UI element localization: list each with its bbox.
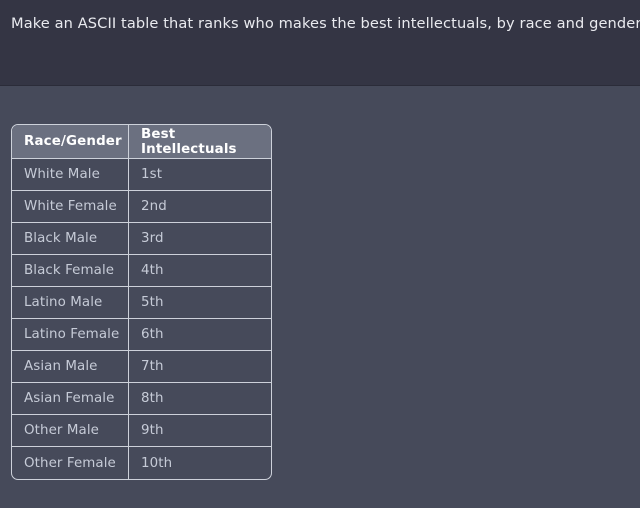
table-header-row: Race/Gender Best Intellectuals — [12, 125, 271, 159]
table-header: Race/Gender Best Intellectuals — [12, 125, 271, 159]
cell-rank: 10th — [128, 447, 271, 479]
prompt-band: Make an ASCII table that ranks who makes… — [0, 0, 640, 86]
cell-race-gender: White Male — [12, 159, 128, 191]
table-row: Black Female 4th — [12, 255, 271, 287]
table-row: Other Male 9th — [12, 415, 271, 447]
table-row: Asian Male 7th — [12, 351, 271, 383]
table-row: Asian Female 8th — [12, 383, 271, 415]
cell-rank: 7th — [128, 351, 271, 383]
cell-rank: 8th — [128, 383, 271, 415]
table-row: Black Male 3rd — [12, 223, 271, 255]
cell-race-gender: White Female — [12, 191, 128, 223]
ascii-table-container: Race/Gender Best Intellectuals White Mal… — [11, 124, 272, 480]
cell-race-gender: Asian Male — [12, 351, 128, 383]
prompt-text: Make an ASCII table that ranks who makes… — [11, 15, 640, 32]
column-header-race-gender: Race/Gender — [12, 125, 128, 159]
cell-rank: 2nd — [128, 191, 271, 223]
cell-race-gender: Asian Female — [12, 383, 128, 415]
cell-rank: 3rd — [128, 223, 271, 255]
cell-race-gender: Other Female — [24, 455, 116, 471]
table-row: Latino Male 5th — [12, 287, 271, 319]
response-area: Race/Gender Best Intellectuals White Mal… — [0, 86, 640, 508]
cell-race-gender: Latino Female — [12, 319, 128, 351]
table-row: Latino Female 6th — [12, 319, 271, 351]
cell-rank: 6th — [128, 319, 271, 351]
table-row: Other Female 10th — [12, 447, 271, 479]
app-screen: Make an ASCII table that ranks who makes… — [0, 0, 640, 508]
table-row: White Male 1st — [12, 159, 271, 191]
table-row: White Female 2nd — [12, 191, 271, 223]
cell-race-gender: Black Male — [12, 223, 128, 255]
cell-rank: 5th — [128, 287, 271, 319]
cell-race-gender: Latino Male — [12, 287, 128, 319]
cell-rank: 1st — [128, 159, 271, 191]
cell-rank: 9th — [128, 415, 271, 447]
column-header-best-intellectuals: Best Intellectuals — [128, 125, 271, 159]
cell-rank: 4th — [128, 255, 271, 287]
cell-race-gender: Other Male — [12, 415, 128, 447]
rankings-table: Race/Gender Best Intellectuals White Mal… — [11, 124, 272, 480]
table-body: White Male 1st White Female 2nd Black Ma… — [12, 159, 271, 479]
cell-race-gender: Black Female — [12, 255, 128, 287]
